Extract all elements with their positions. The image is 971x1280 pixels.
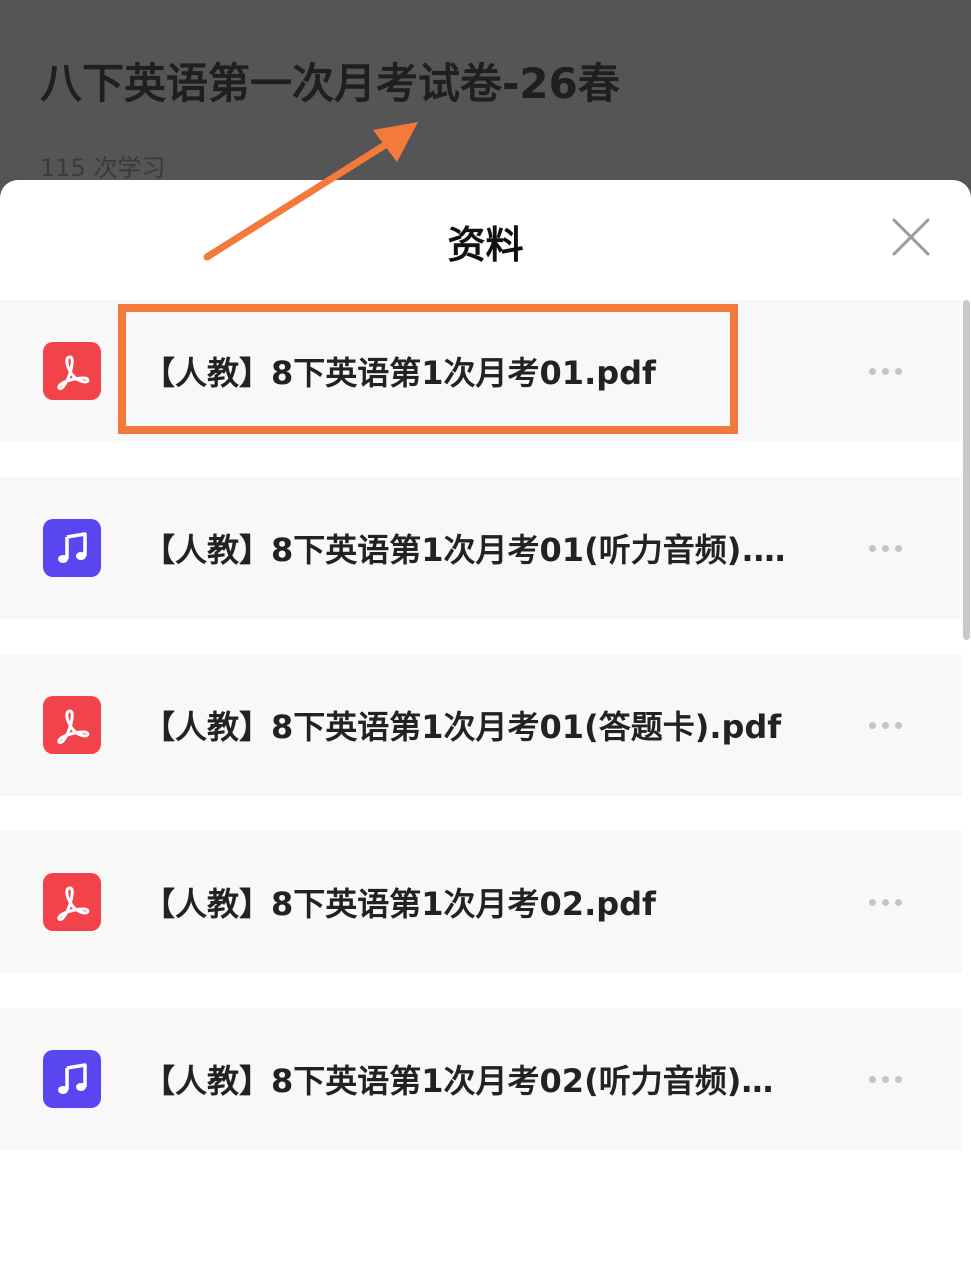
- file-name: 【人教】8下英语第1次月考01(答题卡).pdf: [143, 708, 782, 746]
- more-options-button[interactable]: [860, 1064, 910, 1094]
- more-options-button[interactable]: [860, 356, 910, 386]
- materials-sheet: 资料 【人教】8下英语第1次月考01.pdf 【人教】8下英语第1次月考01(听…: [0, 180, 971, 1280]
- file-item[interactable]: 【人教】8下英语第1次月考01(答题卡).pdf: [0, 654, 962, 796]
- page-title: 八下英语第一次月考试卷-26春: [40, 59, 620, 108]
- close-button[interactable]: [884, 210, 938, 264]
- pdf-icon: [43, 696, 101, 754]
- file-item[interactable]: 【人教】8下英语第1次月考02.pdf: [0, 831, 962, 973]
- music-note-icon: [43, 519, 101, 577]
- file-item[interactable]: 【人教】8下英语第1次月考02(听力音频)…: [0, 1008, 962, 1150]
- scrollbar[interactable]: [963, 300, 970, 640]
- file-name: 【人教】8下英语第1次月考02.pdf: [143, 885, 656, 923]
- pdf-icon: [43, 873, 101, 931]
- background-page-header: 八下英语第一次月考试卷-26春 115 次学习: [0, 0, 971, 200]
- music-note-icon: [43, 1050, 101, 1108]
- more-options-button[interactable]: [860, 533, 910, 563]
- sheet-title: 资料: [447, 223, 524, 267]
- pdf-icon: [43, 342, 101, 400]
- more-options-button[interactable]: [860, 710, 910, 740]
- file-name: 【人教】8下英语第1次月考01.pdf: [143, 354, 656, 392]
- file-name: 【人教】8下英语第1次月考02(听力音频)…: [143, 1062, 774, 1100]
- file-item[interactable]: 【人教】8下英语第1次月考01.pdf: [0, 300, 962, 442]
- more-options-button[interactable]: [860, 887, 910, 917]
- file-name: 【人教】8下英语第1次月考01(听力音频).…: [143, 531, 786, 569]
- file-item[interactable]: 【人教】8下英语第1次月考01(听力音频).…: [0, 477, 962, 619]
- close-icon: [892, 218, 930, 256]
- study-count: 115 次学习: [40, 154, 166, 182]
